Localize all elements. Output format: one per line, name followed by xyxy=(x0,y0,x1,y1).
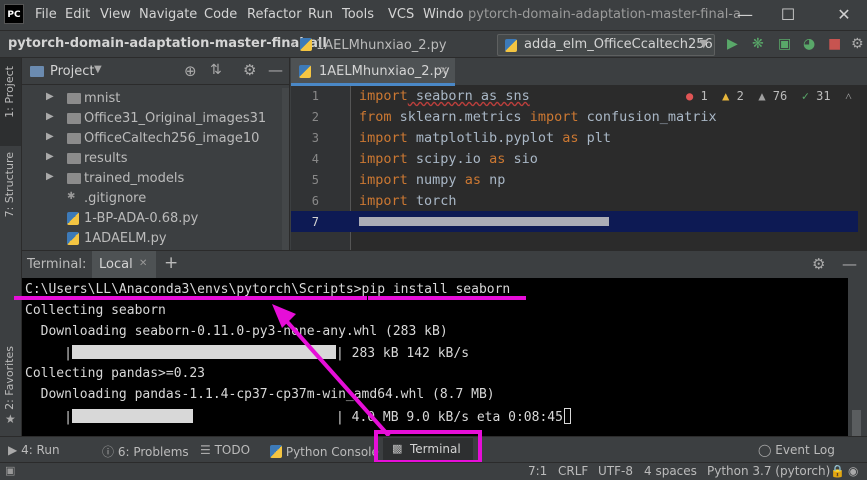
todo-toolwindow-label: TODO xyxy=(214,443,251,457)
python-icon xyxy=(270,445,282,458)
problems-toolwindow-button[interactable]: ⓘ 6: Problems xyxy=(102,443,189,460)
event-log-toolwindow-button[interactable]: ◯ Event Log xyxy=(758,443,835,457)
indentation[interactable]: 4 spaces xyxy=(644,464,697,478)
annotation-arrow xyxy=(272,304,391,438)
terminal-toolwindow-label: Terminal xyxy=(410,442,461,456)
status-bar: ▣ 7:1 CRLF UTF-8 4 spaces Python 3.7 (py… xyxy=(0,462,867,480)
annotation-arrow-line xyxy=(280,314,391,438)
list-icon: ☰ xyxy=(200,443,211,457)
terminal-icon: ▩ xyxy=(392,442,403,455)
info-icon: ⓘ xyxy=(102,445,115,459)
lock-icon[interactable]: 🔒 xyxy=(830,464,845,478)
layout-icon[interactable]: ▣ xyxy=(5,464,15,477)
python-interpreter[interactable]: Python 3.7 (pytorch) xyxy=(707,464,830,478)
problems-toolwindow-label: 6: Problems xyxy=(117,445,189,459)
line-separator[interactable]: CRLF xyxy=(558,464,588,478)
terminal-toolwindow-button[interactable]: ▩ Terminal xyxy=(383,438,473,460)
run-toolwindow-button[interactable]: ▶ 4: Run xyxy=(8,443,60,457)
caret-position[interactable]: 7:1 xyxy=(528,464,547,478)
run-toolwindow-label: 4: Run xyxy=(21,443,60,457)
run-icon: ▶ xyxy=(8,443,18,457)
python-console-toolwindow-button[interactable]: Python Console xyxy=(270,443,379,459)
python-console-toolwindow-label: Python Console xyxy=(285,445,379,459)
tool-window-bar: ▶ 4: Run ⓘ 6: Problems ☰ TODO Python Con… xyxy=(0,430,867,464)
todo-toolwindow-button[interactable]: ☰ TODO xyxy=(200,443,250,457)
annotation-arrow-head xyxy=(272,304,296,328)
event-log-icon: ◯ xyxy=(758,443,772,457)
file-encoding[interactable]: UTF-8 xyxy=(598,464,633,478)
notifications-icon[interactable]: ◉ xyxy=(848,464,858,478)
event-log-label: Event Log xyxy=(775,443,835,457)
